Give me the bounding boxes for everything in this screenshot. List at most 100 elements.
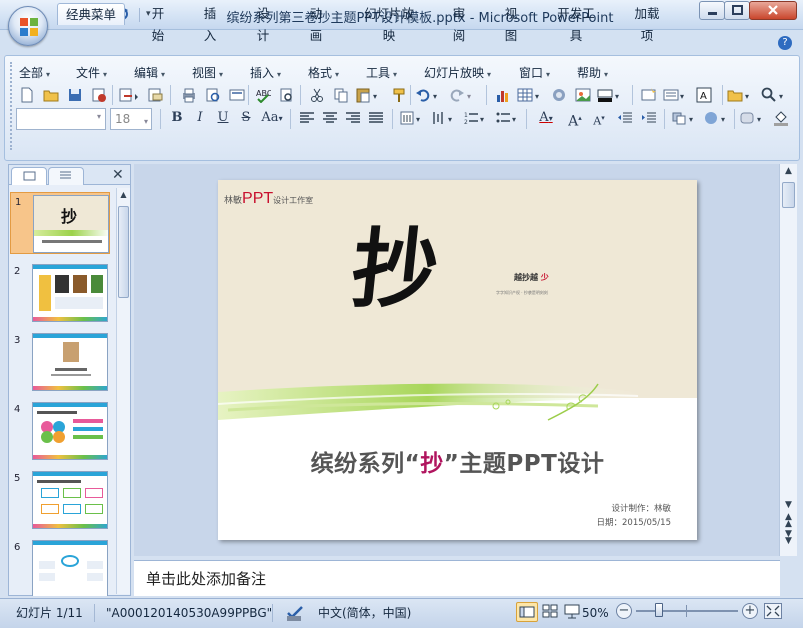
tab-insert[interactable]: 插入 (190, 3, 230, 43)
minimize-button[interactable] (699, 1, 725, 20)
menu-slideshow[interactable]: 幻灯片放映 ▾ (424, 64, 491, 82)
export-pdf-icon[interactable] (116, 85, 142, 105)
undo-toolbar-icon[interactable]: ▾ (414, 85, 444, 105)
menu-insert[interactable]: 插入 ▾ (250, 64, 281, 82)
permission-icon[interactable] (88, 85, 110, 105)
tab-developer[interactable]: 开发工具 (544, 3, 608, 43)
menu-edit[interactable]: 编辑 ▾ (134, 64, 165, 82)
quick-styles-icon[interactable]: ▾ (702, 108, 732, 128)
zoom-slider-thumb[interactable] (654, 603, 663, 617)
tab-view[interactable]: 视图 (491, 3, 531, 43)
menu-all[interactable]: 全部 ▾ (19, 64, 50, 82)
shrink-font-button[interactable]: A▾ (588, 108, 610, 128)
open-folder-icon[interactable] (40, 85, 62, 105)
tab-animations[interactable]: 动画 (296, 3, 336, 43)
slide-thumbnail-5[interactable]: 5 (10, 469, 110, 531)
insert-table-icon[interactable]: ▾ (516, 85, 546, 105)
tab-design[interactable]: 设计 (243, 3, 283, 43)
align-center-icon[interactable] (319, 108, 341, 128)
save-toolbar-icon[interactable] (64, 85, 86, 105)
close-button[interactable] (749, 1, 797, 20)
notes-pane[interactable]: 单击此处添加备注 (134, 560, 780, 596)
slide-sorter-button[interactable] (540, 602, 562, 622)
slideshow-button[interactable] (562, 602, 584, 622)
help-icon[interactable]: ? (778, 36, 792, 50)
tab-addins[interactable]: 加载项 (621, 3, 673, 43)
text-direction-icon[interactable]: ▾ (398, 108, 426, 128)
normal-view-button[interactable] (516, 602, 538, 622)
align-left-icon[interactable] (296, 108, 318, 128)
align-right-icon[interactable] (342, 108, 364, 128)
tab-review[interactable]: 审阅 (439, 3, 479, 43)
new-slide-icon[interactable] (638, 85, 660, 105)
text-box-icon[interactable]: A (694, 85, 716, 105)
strikethrough-button[interactable]: S (235, 108, 257, 128)
zoom-out-button[interactable]: − (616, 603, 632, 619)
spelling-status-icon[interactable] (284, 603, 306, 623)
menu-tools[interactable]: 工具 ▾ (366, 64, 397, 82)
change-case-button[interactable]: Aa▾ (258, 108, 286, 128)
send-email-icon[interactable] (144, 85, 166, 105)
font-size-combo[interactable]: 18 ▾ (110, 108, 152, 130)
zoom-slider-track[interactable] (636, 610, 738, 612)
slide-thumbnail-1[interactable]: 1 抄 (10, 192, 110, 254)
main-scrollbar[interactable]: ▲ ▼ ▲ ▲ ▼ ▼ (779, 164, 797, 556)
next-slide-icon[interactable]: ▼ ▼ (782, 530, 795, 546)
menu-window[interactable]: 窗口 ▾ (519, 64, 550, 82)
scroll-up-icon[interactable]: ▲ (118, 190, 129, 202)
restore-button[interactable] (724, 1, 750, 20)
shape-fill-bucket-icon[interactable] (770, 108, 792, 128)
decrease-indent-icon[interactable] (614, 108, 636, 128)
slide-layout-icon[interactable] (226, 85, 248, 105)
menu-view[interactable]: 视图 ▾ (192, 64, 223, 82)
shape-effects-icon[interactable]: ▾ (738, 108, 768, 128)
zoom-in-button[interactable]: + (742, 603, 758, 619)
layout-icon[interactable]: ▾ (662, 85, 690, 105)
align-text-icon[interactable]: ▾ (430, 108, 458, 128)
slide-thumbnail-4[interactable]: 4 (10, 400, 110, 462)
scroll-up-icon[interactable]: ▲ (782, 166, 795, 179)
font-name-combo[interactable]: ▾ (16, 108, 106, 130)
underline-button[interactable]: U (212, 108, 234, 128)
font-color-button[interactable]: A▾ (532, 108, 560, 128)
zoom-level[interactable]: 50% (582, 602, 609, 624)
cut-icon[interactable] (306, 85, 328, 105)
previous-slide-icon[interactable]: ▲ ▲ (782, 513, 795, 529)
outline-tab[interactable] (48, 167, 84, 185)
format-painter-icon[interactable] (388, 85, 410, 105)
clip-art-icon[interactable] (548, 85, 570, 105)
slides-tab[interactable] (11, 167, 47, 185)
print-preview-icon[interactable] (202, 85, 224, 105)
insert-chart-icon[interactable] (492, 85, 514, 105)
scrollbar-thumb[interactable] (118, 206, 129, 298)
folder-open-icon[interactable]: ▾ (726, 85, 756, 105)
justify-icon[interactable] (365, 108, 387, 128)
current-slide[interactable]: 林敏PPT设计工作室 抄 越抄越 少 字字知识产权 · 抄袭是明刻刻 缤纷系列“… (218, 180, 697, 540)
copy-icon[interactable] (330, 85, 352, 105)
tab-home[interactable]: 开始 (138, 3, 178, 43)
slide-thumbnail-3[interactable]: 3 (10, 331, 110, 393)
fit-to-window-button[interactable] (764, 603, 782, 619)
shape-fill-icon[interactable]: ▾ (596, 85, 626, 105)
tab-slideshow[interactable]: 幻灯片放映 (350, 3, 428, 43)
insert-picture-icon[interactable] (572, 85, 594, 105)
new-document-icon[interactable] (16, 85, 38, 105)
find-icon[interactable]: ▾ (760, 85, 790, 105)
menu-file[interactable]: 文件 ▾ (76, 64, 107, 82)
menu-help[interactable]: 帮助 ▾ (577, 64, 608, 82)
redo-toolbar-icon[interactable]: ▾ (448, 85, 478, 105)
research-icon[interactable] (276, 85, 298, 105)
slide-thumbnail-6[interactable]: 6 (10, 538, 110, 596)
print-icon[interactable] (178, 85, 200, 105)
arrange-icon[interactable]: ▾ (670, 108, 700, 128)
grow-font-button[interactable]: A▴ (564, 108, 586, 130)
scrollbar-thumb[interactable] (782, 182, 795, 208)
slides-panel-scrollbar[interactable]: ▲ (116, 188, 130, 594)
office-button[interactable] (8, 6, 48, 46)
increase-indent-icon[interactable] (638, 108, 660, 128)
bold-button[interactable]: B (166, 108, 188, 128)
bullets-icon[interactable]: ▾ (494, 108, 522, 128)
paste-icon[interactable]: ▾ (354, 85, 384, 105)
language-status[interactable]: 中文(简体，中国) (318, 602, 411, 624)
close-panel-icon[interactable]: ✕ (112, 168, 124, 182)
